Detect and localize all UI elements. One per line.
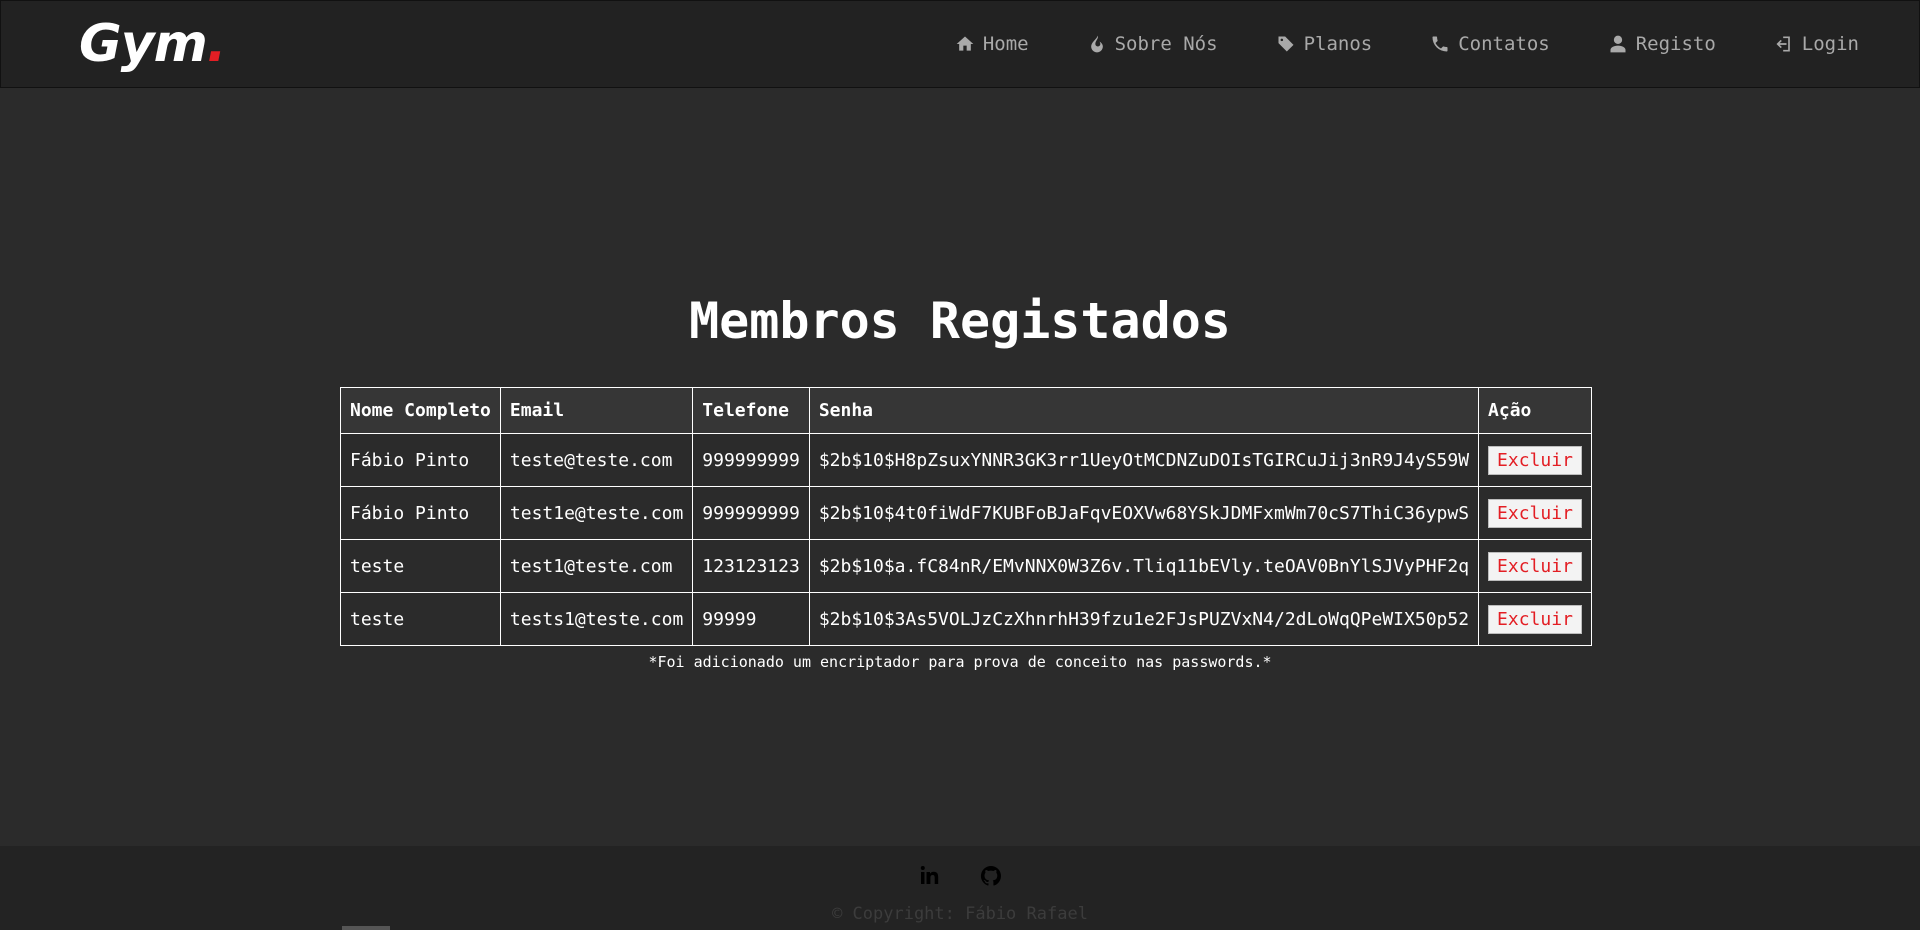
cell-action: Excluir (1478, 433, 1592, 487)
brand-name: Gym (79, 14, 208, 74)
table-row: Fábio Pinto teste@teste.com 999999999 $2… (340, 433, 1592, 487)
nav-item-home[interactable]: Home (955, 33, 1029, 55)
cell-email: test1@teste.com (499, 539, 694, 593)
user-icon (1610, 35, 1626, 53)
footer-divider (342, 926, 390, 930)
cell-password: $2b$10$H8pZsuxYNNR3GK3rr1UeyOtMCDNZuDOIs… (808, 433, 1480, 487)
table-header-row: Nome Completo Email Telefone Senha Ação (340, 387, 1592, 434)
column-header-phone: Telefone (692, 387, 810, 434)
cell-phone: 99999 (692, 592, 810, 646)
nav-item-label: Planos (1303, 33, 1373, 55)
cell-password: $2b$10$a.fC84nR/EMvNNX0W3Z6v.Tliq11bEVly… (808, 539, 1480, 593)
column-header-password: Senha (808, 387, 1480, 434)
nav-item-contatos[interactable]: Contatos (1430, 33, 1550, 55)
brand-dot: . (206, 14, 227, 74)
brand-logo[interactable]: Gym. (79, 14, 227, 74)
nav-item-login[interactable]: Login (1774, 33, 1859, 55)
cell-email: tests1@teste.com (499, 592, 694, 646)
delete-button[interactable]: Excluir (1488, 445, 1582, 475)
cell-email: teste@teste.com (499, 433, 694, 487)
footer: © Copyright: Fábio Rafael (0, 846, 1920, 930)
home-icon (956, 36, 974, 51)
cell-password: $2b$10$4t0fiWdF7KUBFoBJaFqvEOXVw68YSkJDM… (808, 486, 1480, 540)
cell-phone: 123123123 (692, 539, 810, 593)
nav-item-registo[interactable]: Registo (1608, 33, 1716, 55)
cell-action: Excluir (1478, 592, 1592, 646)
encryption-note: *Foi adicionado um encriptador para prov… (648, 653, 1272, 671)
tag-icon (1278, 36, 1294, 52)
cell-action: Excluir (1478, 486, 1592, 540)
delete-button[interactable]: Excluir (1488, 498, 1582, 528)
nav-item-planos[interactable]: Planos (1276, 33, 1373, 55)
cell-name: Fábio Pinto (340, 433, 501, 487)
column-header-name: Nome Completo (340, 387, 501, 434)
members-table: Nome Completo Email Telefone Senha Ação … (340, 387, 1592, 646)
cell-action: Excluir (1478, 539, 1592, 593)
page-title: Membros Registados (689, 292, 1231, 350)
cell-password: $2b$10$3As5VOLJzCzXhnrhH39fzu1e2FJsPUZVx… (808, 592, 1480, 646)
nav-item-label: Home (982, 33, 1029, 55)
copyright: © Copyright: Fábio Rafael (832, 904, 1088, 924)
nav-item-label: Registo (1635, 33, 1716, 55)
cell-name: teste (340, 539, 501, 593)
delete-button[interactable]: Excluir (1488, 604, 1582, 634)
social-links (0, 864, 1920, 892)
navbar: Gym. Home Sobre Nós Planos Contatos Regi… (0, 0, 1920, 88)
nav-item-label: Login (1801, 33, 1859, 55)
nav-item-label: Sobre Nós (1114, 33, 1218, 55)
cell-phone: 999999999 (692, 486, 810, 540)
cell-name: teste (340, 592, 501, 646)
linkedin-link[interactable] (917, 864, 941, 892)
login-icon (1776, 36, 1790, 52)
delete-button[interactable]: Excluir (1488, 551, 1582, 581)
cell-email: test1e@teste.com (499, 486, 694, 540)
github-icon (980, 865, 1001, 886)
table-row: teste tests1@teste.com 99999 $2b$10$3As5… (340, 592, 1592, 646)
table-row: Fábio Pinto test1e@teste.com 999999999 $… (340, 486, 1592, 540)
column-header-email: Email (499, 387, 694, 434)
nav-item-label: Contatos (1458, 33, 1550, 55)
table-row: teste test1@teste.com 123123123 $2b$10$a… (340, 539, 1592, 593)
nav-menu: Home Sobre Nós Planos Contatos Registo L… (897, 33, 1859, 55)
github-link[interactable] (979, 864, 1003, 892)
linkedin-icon (920, 866, 939, 884)
nav-item-sobre-nos[interactable]: Sobre Nós (1087, 33, 1218, 55)
phone-icon (1432, 36, 1448, 52)
column-header-action: Ação (1478, 387, 1592, 434)
fire-icon (1090, 35, 1103, 53)
cell-name: Fábio Pinto (340, 486, 501, 540)
cell-phone: 999999999 (692, 433, 810, 487)
